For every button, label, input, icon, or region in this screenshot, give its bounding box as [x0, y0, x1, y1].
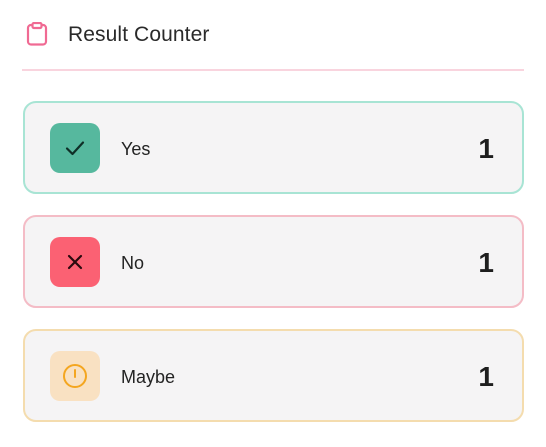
result-label-yes: Yes: [121, 139, 151, 159]
result-label-no: No: [121, 253, 145, 273]
result-count-no: 1: [478, 247, 494, 278]
page-title: Result Counter: [68, 23, 210, 46]
result-counter-panel: Result Counter Yes 1 No 1 Maybe 1: [0, 0, 546, 447]
result-card-maybe[interactable]: Maybe 1: [23, 329, 524, 422]
clipboard-icon: [26, 21, 48, 46]
check-icon: [50, 123, 100, 173]
x-icon: [50, 237, 100, 287]
header: Result Counter: [22, 0, 524, 71]
result-card-yes[interactable]: Yes 1: [23, 101, 524, 194]
result-count-maybe: 1: [478, 361, 494, 392]
result-card-no[interactable]: No 1: [23, 215, 524, 308]
result-label-maybe: Maybe: [121, 367, 176, 387]
result-count-yes: 1: [478, 133, 494, 164]
clock-icon: [50, 351, 100, 401]
